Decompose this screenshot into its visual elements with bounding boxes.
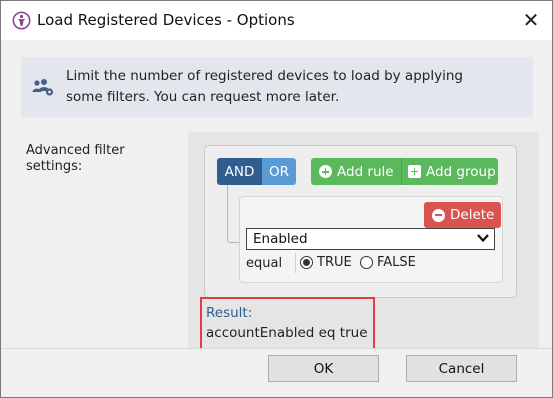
ok-button[interactable]: OK bbox=[268, 355, 379, 382]
users-cog-icon bbox=[32, 79, 54, 96]
query-builder: AND OR Add rule Add group Delete Enabled… bbox=[188, 132, 539, 354]
result-highlight: Result: accountEnabled eq true bbox=[200, 297, 375, 352]
field-select-value: Enabled bbox=[253, 231, 308, 247]
chevron-down-icon bbox=[477, 234, 489, 243]
add-rule-button[interactable]: Add rule bbox=[311, 158, 402, 185]
radio-true[interactable]: TRUE bbox=[300, 255, 352, 270]
info-panel: Limit the number of registered devices t… bbox=[21, 57, 533, 117]
close-icon: ✕ bbox=[522, 8, 540, 32]
info-message: Limit the number of registered devices t… bbox=[66, 68, 463, 105]
radio-true-label: TRUE bbox=[317, 255, 352, 270]
delete-rule-button[interactable]: Delete bbox=[424, 202, 501, 228]
add-group-label: Add group bbox=[426, 163, 496, 180]
cancel-button[interactable]: Cancel bbox=[406, 355, 517, 382]
close-button[interactable]: ✕ bbox=[517, 7, 545, 33]
rule-group: AND OR Add rule Add group Delete Enabled… bbox=[204, 145, 517, 298]
app-logo-icon bbox=[12, 11, 31, 30]
radio-true-button[interactable] bbox=[300, 256, 313, 269]
operator-divider bbox=[295, 253, 296, 273]
filter-rule: Delete Enabled equal TRUE FALSE bbox=[239, 196, 503, 283]
plus-circle-icon bbox=[319, 165, 332, 178]
dialog-footer: OK Cancel bbox=[1, 348, 552, 397]
and-condition-button[interactable]: AND bbox=[217, 158, 262, 185]
result-expression: accountEnabled eq true bbox=[206, 325, 368, 341]
dialog-body: Limit the number of registered devices t… bbox=[1, 40, 552, 397]
radio-false-label: FALSE bbox=[377, 255, 416, 270]
add-rule-label: Add rule bbox=[337, 163, 394, 180]
radio-false-button[interactable] bbox=[360, 256, 373, 269]
radio-false[interactable]: FALSE bbox=[360, 255, 416, 270]
tree-connector bbox=[227, 185, 239, 243]
operator-label: equal bbox=[246, 256, 283, 271]
result-label: Result: bbox=[206, 305, 253, 321]
options-dialog: Load Registered Devices - Options ✕ Limi… bbox=[0, 0, 553, 398]
or-condition-button[interactable]: OR bbox=[262, 158, 296, 185]
window-title: Load Registered Devices - Options bbox=[37, 11, 295, 29]
minus-circle-icon bbox=[432, 208, 445, 222]
field-select[interactable]: Enabled bbox=[246, 228, 495, 250]
title-bar[interactable]: Load Registered Devices - Options ✕ bbox=[1, 1, 552, 40]
plus-square-icon bbox=[408, 165, 421, 178]
advanced-filter-label: Advanced filter settings: bbox=[26, 143, 125, 174]
delete-label: Delete bbox=[450, 207, 495, 223]
add-group-button[interactable]: Add group bbox=[402, 158, 498, 185]
